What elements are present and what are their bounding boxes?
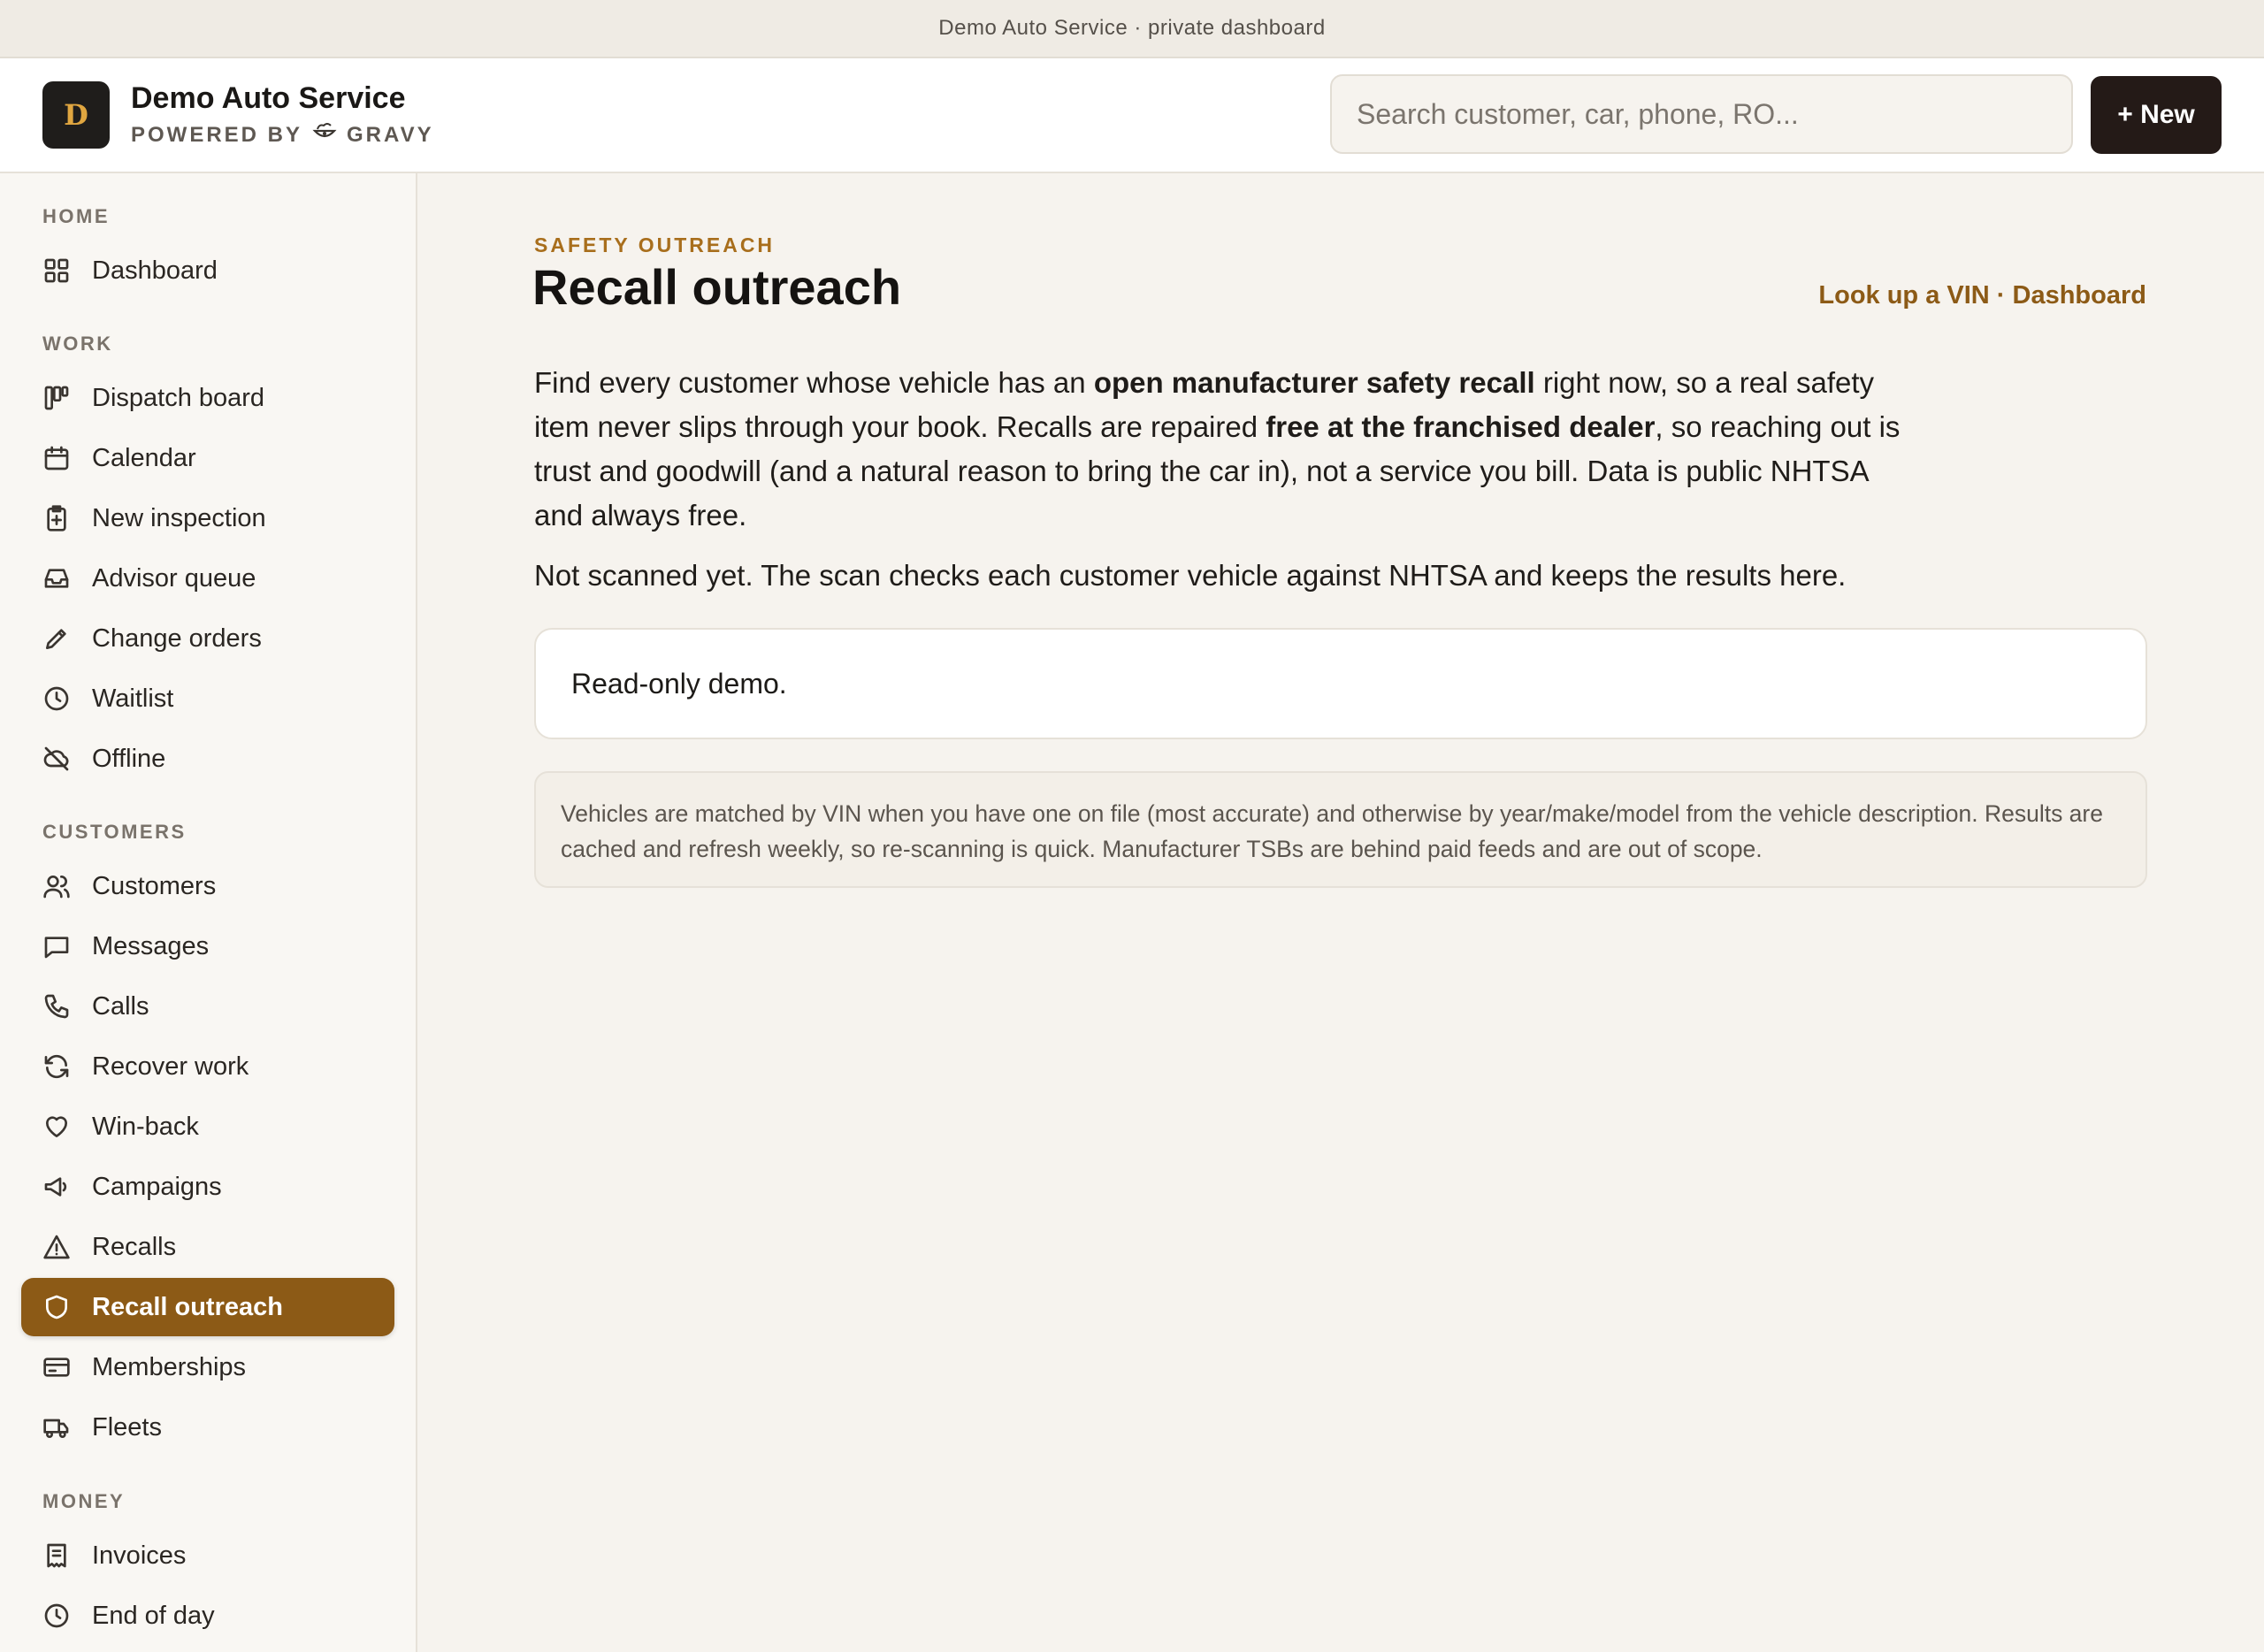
calendar-icon bbox=[42, 444, 71, 472]
banner-text: Demo Auto Service · private dashboard bbox=[938, 16, 1326, 40]
new-button[interactable]: + New bbox=[2091, 76, 2222, 154]
sidebar-item-label: Win-back bbox=[92, 1112, 199, 1141]
clock-icon bbox=[42, 1602, 71, 1630]
sidebar-item-label: Calls bbox=[92, 991, 149, 1021]
users-icon bbox=[42, 872, 71, 900]
shield-icon bbox=[42, 1293, 71, 1321]
powered-by: POWERED BY GRAVY bbox=[131, 120, 434, 149]
demo-card: Read-only demo. bbox=[534, 628, 2147, 739]
sidebar-item-advisor-queue[interactable]: Advisor queue bbox=[21, 549, 394, 608]
message-icon bbox=[42, 932, 71, 960]
page-title: Recall outreach bbox=[532, 259, 902, 315]
shop-logo[interactable]: D bbox=[42, 81, 110, 149]
sidebar-item-win-back[interactable]: Win-back bbox=[21, 1098, 394, 1156]
search-input[interactable] bbox=[1330, 74, 2073, 154]
kanban-icon bbox=[42, 384, 71, 412]
sidebar-item-label: Dispatch board bbox=[92, 383, 265, 412]
sidebar-item-customers[interactable]: Customers bbox=[21, 857, 394, 915]
sidebar-item-waitlist[interactable]: Waitlist bbox=[21, 669, 394, 728]
sidebar-item-dashboard[interactable]: Dashboard bbox=[21, 241, 394, 300]
app-header: D Demo Auto Service POWERED BY GRAVY + N… bbox=[0, 58, 2264, 173]
section-label-home: HOME bbox=[42, 205, 110, 227]
sidebar-item-invoices[interactable]: Invoices bbox=[21, 1526, 394, 1585]
sidebar-item-offline[interactable]: Offline bbox=[21, 730, 394, 788]
sidebar-item-label: End of day bbox=[92, 1601, 215, 1630]
refresh-icon bbox=[42, 1052, 71, 1081]
page-links: Look up a VIN · Dashboard bbox=[1818, 281, 2146, 310]
sidebar-item-label: Waitlist bbox=[92, 684, 174, 713]
sidebar-item-recalls[interactable]: Recalls bbox=[21, 1218, 394, 1276]
demo-card-text: Read-only demo. bbox=[571, 667, 787, 700]
sidebar-item-label: Recover work bbox=[92, 1052, 249, 1081]
sidebar-item-label: Calendar bbox=[92, 443, 196, 472]
sidebar-item-memberships[interactable]: Memberships bbox=[21, 1338, 394, 1396]
sidebar-item-label: Memberships bbox=[92, 1352, 247, 1381]
sidebar-item-label: Change orders bbox=[92, 623, 262, 653]
receipt-icon bbox=[42, 1541, 71, 1570]
sidebar-item-label: Campaigns bbox=[92, 1172, 222, 1201]
sidebar-item-label: Invoices bbox=[92, 1541, 187, 1570]
megaphone-icon bbox=[42, 1173, 71, 1201]
grid-icon bbox=[42, 256, 71, 285]
page-eyebrow: SAFETY OUTREACH bbox=[534, 233, 776, 256]
sidebar-item-label: New inspection bbox=[92, 503, 266, 532]
intro-paragraph: Find every customer whose vehicle has an… bbox=[534, 366, 1901, 532]
sidebar-item-label: Messages bbox=[92, 931, 210, 960]
sidebar-item-label: Recall outreach bbox=[92, 1292, 283, 1321]
sidebar-item-label: Advisor queue bbox=[92, 563, 256, 593]
clipboard-plus-icon bbox=[42, 504, 71, 532]
heart-icon bbox=[42, 1113, 71, 1141]
sidebar-item-messages[interactable]: Messages bbox=[21, 917, 394, 975]
sidebar-item-campaigns[interactable]: Campaigns bbox=[21, 1158, 394, 1216]
sidebar-item-change-orders[interactable]: Change orders bbox=[21, 609, 394, 668]
sidebar-item-recall-outreach[interactable]: Recall outreach bbox=[21, 1278, 394, 1336]
scan-status: Not scanned yet. The scan checks each cu… bbox=[534, 559, 1847, 592]
warning-icon bbox=[42, 1233, 71, 1261]
sidebar-item-label: Recalls bbox=[92, 1232, 177, 1261]
info-note: Vehicles are matched by VIN when you hav… bbox=[534, 771, 2147, 888]
sidebar-item-calendar[interactable]: Calendar bbox=[21, 429, 394, 487]
brand-name: Demo Auto Service bbox=[131, 81, 406, 115]
sidebar-item-fleets[interactable]: Fleets bbox=[21, 1398, 394, 1457]
sidebar-item-label: Offline bbox=[92, 744, 166, 773]
inbox-icon bbox=[42, 564, 71, 593]
sidebar-item-label: Customers bbox=[92, 871, 217, 900]
gravy-logo-icon bbox=[311, 120, 338, 149]
section-label-customers: CUSTOMERS bbox=[42, 821, 187, 843]
card-icon bbox=[42, 1353, 71, 1381]
lookup-vin-link[interactable]: Look up a VIN bbox=[1818, 281, 1989, 310]
clock-icon bbox=[42, 685, 71, 713]
sidebar-item-end-of-day[interactable]: End of day bbox=[21, 1587, 394, 1645]
section-label-work: WORK bbox=[42, 333, 113, 355]
cloud-off-icon bbox=[42, 745, 71, 773]
sidebar-item-new-inspection[interactable]: New inspection bbox=[21, 489, 394, 547]
sidebar-item-calls[interactable]: Calls bbox=[21, 977, 394, 1036]
top-banner: Demo Auto Service · private dashboard bbox=[0, 0, 2264, 58]
truck-icon bbox=[42, 1413, 71, 1442]
sidebar-item-recover-work[interactable]: Recover work bbox=[21, 1037, 394, 1096]
section-label-money: MONEY bbox=[42, 1490, 126, 1512]
sidebar: HOME Dashboard WORK Dispatch board Calen… bbox=[0, 173, 417, 1652]
dashboard-link[interactable]: Dashboard bbox=[2013, 281, 2146, 310]
pencil-icon bbox=[42, 624, 71, 653]
sidebar-item-label: Fleets bbox=[92, 1412, 162, 1442]
link-separator: · bbox=[1989, 281, 2013, 310]
phone-icon bbox=[42, 992, 71, 1021]
sidebar-item-dispatch-board[interactable]: Dispatch board bbox=[21, 369, 394, 427]
sidebar-item-label: Dashboard bbox=[92, 256, 218, 285]
